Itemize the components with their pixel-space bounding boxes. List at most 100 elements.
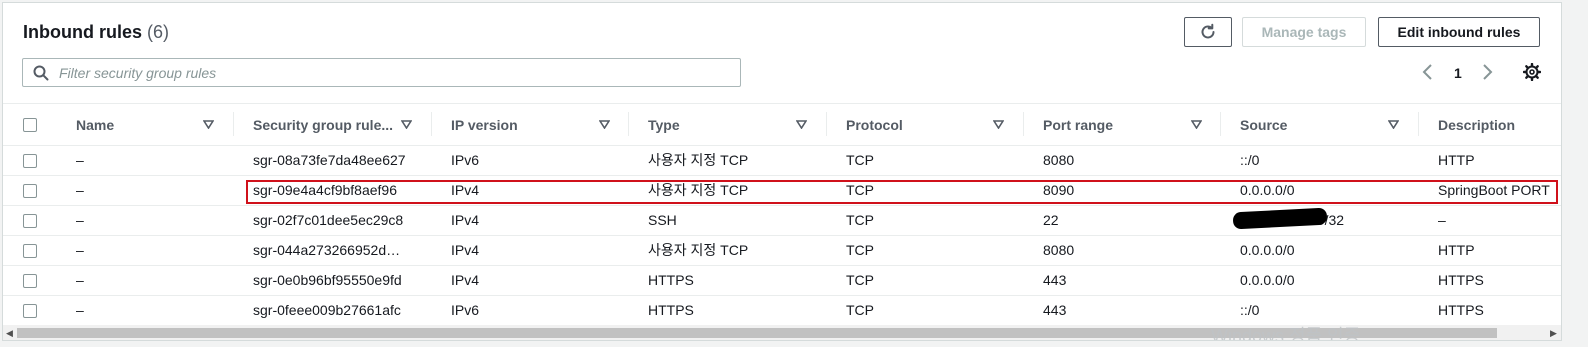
table-row[interactable]: – sgr-044a273266952d… IPv4 사용자 지정 TCP TCP 808… [3, 236, 1561, 266]
table-row[interactable]: – sgr-08a73fe7da48ee627 IPv6 사용자 지정 TCP TCP 8… [3, 146, 1561, 176]
cell-type: 사용자 지정 TCP [648, 182, 749, 198]
sort-triangle-icon[interactable] [993, 120, 1004, 129]
scrollbar-thumb[interactable] [17, 328, 1497, 338]
refresh-icon [1201, 23, 1215, 39]
cell-source: ::/0 [1240, 302, 1260, 318]
column-divider [1418, 112, 1419, 136]
row-checkbox[interactable] [23, 274, 37, 288]
cell-name: – [76, 242, 84, 258]
select-all-checkbox[interactable] [23, 118, 37, 132]
search-field[interactable] [22, 58, 741, 87]
column-label: Security group rule... [253, 116, 394, 133]
column-header-ip-version[interactable]: IP version [431, 104, 613, 145]
cell-ip-version: IPv4 [451, 182, 480, 198]
cell-port-range: 443 [1043, 302, 1067, 318]
next-page-button[interactable] [1480, 63, 1494, 81]
cell-type: SSH [648, 212, 677, 228]
cell-protocol: TCP [846, 182, 874, 198]
gear-icon [1522, 62, 1542, 82]
previous-page-button[interactable] [1421, 63, 1435, 81]
page-title: Inbound rules (6) [23, 22, 169, 43]
inbound-rules-panel: Inbound rules (6) Manage tags Edit inbou… [2, 2, 1562, 341]
sort-triangle-icon[interactable] [401, 120, 412, 129]
page-number[interactable]: 1 [1454, 65, 1462, 81]
table-row[interactable]: – sgr-0e0b96bf95550e9fd IPv4 HTTPS TCP 443 0.0… [3, 266, 1561, 296]
cell-protocol: TCP [846, 212, 874, 228]
cell-description: HTTPS [1438, 302, 1484, 318]
chevron-right-icon [1483, 64, 1493, 80]
cell-port-range: 8080 [1043, 242, 1075, 258]
scroll-right-icon[interactable]: ▶ [1550, 328, 1557, 339]
table-row[interactable]: – sgr-02f7c01dee5ec29c8 IPv4 SSH TCP 22 50/32– [3, 206, 1561, 236]
rules-count: (6) [147, 22, 170, 42]
sort-triangle-icon[interactable] [1191, 120, 1202, 129]
cell-type: HTTPS [648, 272, 694, 288]
cell-port-range: 8090 [1043, 182, 1075, 198]
column-header-port-range[interactable]: Port range [1023, 104, 1205, 145]
row-checkbox[interactable] [23, 304, 37, 318]
cell-name: – [76, 272, 84, 288]
cell-security-group-rule-id: sgr-09e4a4cf9bf8aef96 [253, 182, 397, 198]
manage-tags-button[interactable]: Manage tags [1242, 17, 1366, 47]
table-row[interactable]: – sgr-09e4a4cf9bf8aef96 IPv4 사용자 지정 TCP TCP 8… [3, 176, 1561, 206]
column-divider [826, 112, 827, 136]
cell-description: HTTP [1438, 242, 1475, 258]
cell-security-group-rule-id: sgr-0feee009b27661afc [253, 302, 401, 318]
preferences-button[interactable] [1522, 62, 1542, 86]
cell-ip-version: IPv4 [451, 272, 480, 288]
table-row[interactable]: – sgr-0feee009b27661afc IPv6 HTTPS TCP 443::/… [3, 296, 1561, 326]
column-label: IP version [451, 116, 518, 133]
sort-triangle-icon[interactable] [599, 120, 610, 129]
cell-security-group-rule-id: sgr-02f7c01dee5ec29c8 [253, 212, 404, 228]
row-checkbox[interactable] [23, 244, 37, 258]
cell-protocol: TCP [846, 242, 874, 258]
column-header-protocol[interactable]: Protocol [826, 104, 1007, 145]
cell-security-group-rule-id: sgr-044a273266952d… [253, 242, 401, 258]
cell-source: 0.0.0.0/0 [1240, 182, 1295, 198]
cell-protocol: TCP [846, 152, 874, 168]
chevron-left-icon [1422, 64, 1432, 80]
column-label: Description [1438, 116, 1516, 133]
cell-source: ::/0 [1240, 152, 1260, 168]
search-input[interactable] [57, 63, 721, 82]
row-checkbox[interactable] [23, 184, 37, 198]
edit-inbound-rules-button[interactable]: Edit inbound rules [1378, 17, 1540, 47]
column-label: Protocol [846, 116, 903, 133]
cell-protocol: TCP [846, 272, 874, 288]
sort-triangle-icon[interactable] [1388, 120, 1399, 129]
refresh-button[interactable] [1184, 17, 1232, 47]
title-text: Inbound rules [23, 22, 142, 42]
cell-type: 사용자 지정 TCP [648, 152, 749, 168]
cell-description: – [1438, 212, 1446, 228]
column-label: Port range [1043, 116, 1114, 133]
cell-ip-version: IPv4 [451, 212, 480, 228]
cell-name: – [76, 182, 84, 198]
cell-name: – [76, 302, 84, 318]
column-divider [233, 112, 234, 136]
cell-description: SpringBoot PORT [1438, 182, 1550, 198]
column-header-description[interactable]: Description [1418, 104, 1561, 145]
column-header-type[interactable]: Type [628, 104, 810, 145]
cell-source: 0.0.0.0/0 [1240, 242, 1295, 258]
cell-name: – [76, 152, 84, 168]
column-header-source[interactable]: Source [1220, 104, 1402, 145]
row-checkbox[interactable] [23, 154, 37, 168]
column-header-security-group-rule-id[interactable]: Security group rule... [233, 104, 415, 145]
column-divider [628, 112, 629, 136]
column-header-name[interactable]: Name [76, 104, 217, 145]
column-label: Source [1240, 116, 1288, 133]
cell-type: HTTPS [648, 302, 694, 318]
cell-name: – [76, 212, 84, 228]
cell-ip-version: IPv4 [451, 242, 480, 258]
cell-protocol: TCP [846, 302, 874, 318]
cell-ip-version: IPv6 [451, 152, 480, 168]
sort-triangle-icon[interactable] [203, 120, 214, 129]
sort-triangle-icon[interactable] [796, 120, 807, 129]
cell-description: HTTP [1438, 152, 1475, 168]
cell-ip-version: IPv6 [451, 302, 480, 318]
table-header: Name Security group rule... IP version Type… [3, 103, 1561, 146]
cell-port-range: 22 [1043, 212, 1059, 228]
scroll-left-icon[interactable]: ◀ [6, 328, 13, 339]
row-checkbox[interactable] [23, 214, 37, 228]
horizontal-scrollbar[interactable]: ◀ ▶ [3, 325, 1561, 340]
